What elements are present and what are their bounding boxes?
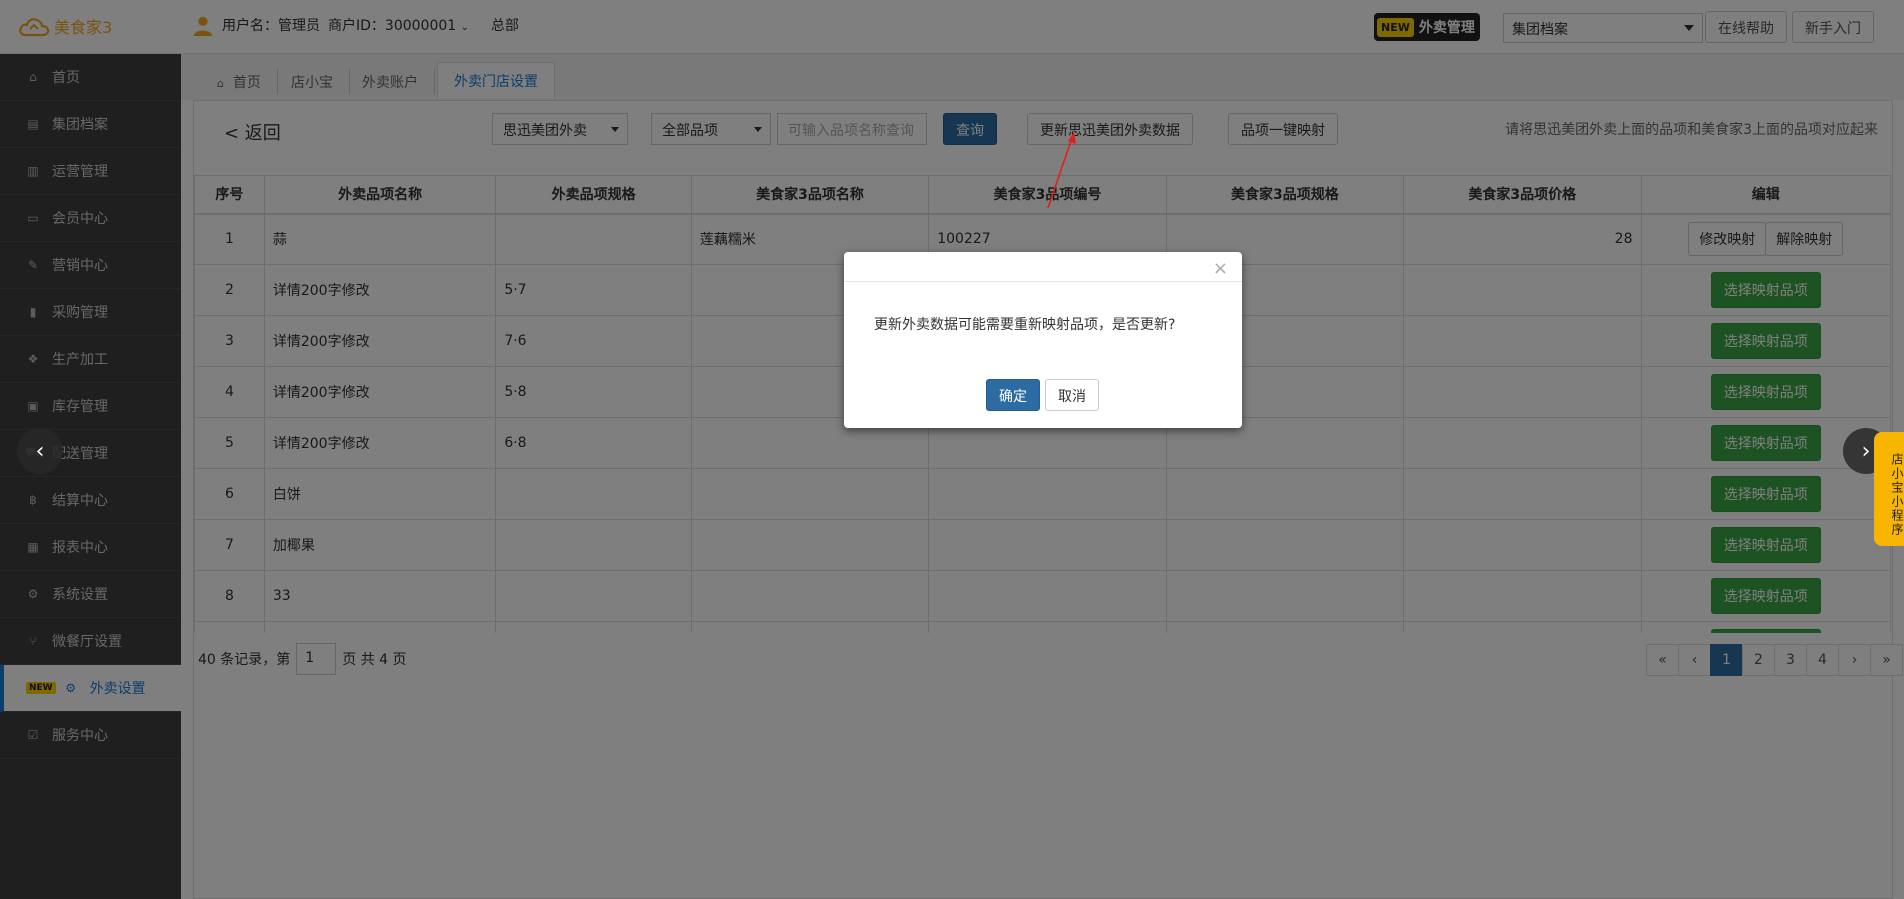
modal-backdrop[interactable] <box>0 0 1904 899</box>
confirm-dialog: × 更新外卖数据可能需要重新映射品项，是否更新? 确定 取消 <box>844 252 1242 428</box>
close-icon[interactable]: × <box>1213 258 1228 279</box>
dialog-message: 更新外卖数据可能需要重新映射品项，是否更新? <box>874 317 1176 333</box>
cancel-button[interactable]: 取消 <box>1045 379 1099 411</box>
carousel-prev-icon[interactable]: ‹ <box>17 428 63 474</box>
dialog-header <box>844 252 1242 282</box>
annotation-arrow-icon <box>1047 132 1076 209</box>
confirm-button[interactable]: 确定 <box>986 379 1040 411</box>
mini-program-badge[interactable]: 店小宝小程序 <box>1874 432 1904 546</box>
